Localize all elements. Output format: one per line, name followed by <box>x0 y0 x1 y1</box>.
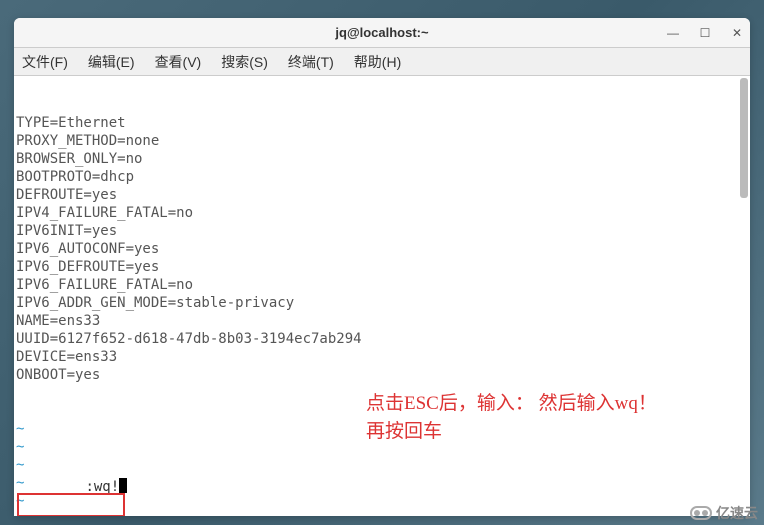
menu-edit[interactable]: 编辑(E) <box>84 50 139 74</box>
watermark-icon <box>690 506 712 520</box>
menu-view[interactable]: 查看(V) <box>151 50 206 74</box>
config-line: IPV6_FAILURE_FATAL=no <box>16 276 738 294</box>
maximize-button[interactable]: ☐ <box>696 24 714 42</box>
config-line: TYPE=Ethernet <box>16 114 738 132</box>
watermark: 亿速云 <box>690 503 758 523</box>
terminal-window: jq@localhost:~ — ☐ ✕ 文件(F) 编辑(E) 查看(V) 搜… <box>14 18 750 516</box>
vim-command-line[interactable]: :wq! <box>18 442 127 514</box>
menu-terminal[interactable]: 终端(T) <box>284 50 338 74</box>
menu-help[interactable]: 帮助(H) <box>350 50 405 74</box>
annotation-line2: 再按回车 <box>366 418 657 446</box>
config-line: IPV6_AUTOCONF=yes <box>16 240 738 258</box>
config-line: UUID=6127f652-d618-47db-8b03-3194ec7ab29… <box>16 330 738 348</box>
config-line: BOOTPROTO=dhcp <box>16 168 738 186</box>
terminal-content: TYPE=EthernetPROXY_METHOD=noneBROWSER_ON… <box>16 78 738 516</box>
titlebar: jq@localhost:~ — ☐ ✕ <box>14 18 750 48</box>
terminal-area[interactable]: TYPE=EthernetPROXY_METHOD=noneBROWSER_ON… <box>14 76 750 516</box>
menu-search[interactable]: 搜索(S) <box>217 50 272 74</box>
config-line: IPV6INIT=yes <box>16 222 738 240</box>
config-line: PROXY_METHOD=none <box>16 132 738 150</box>
config-line: IPV4_FAILURE_FATAL=no <box>16 204 738 222</box>
menubar: 文件(F) 编辑(E) 查看(V) 搜索(S) 终端(T) 帮助(H) <box>14 48 750 76</box>
config-line: BROWSER_ONLY=no <box>16 150 738 168</box>
cursor <box>119 478 127 493</box>
config-line: DEVICE=ens33 <box>16 348 738 366</box>
minimize-button[interactable]: — <box>664 24 682 42</box>
watermark-text: 亿速云 <box>716 503 758 523</box>
annotation-line1: 点击ESC后，输入： 然后输入wq！ <box>366 390 657 418</box>
close-button[interactable]: ✕ <box>728 24 746 42</box>
window-title: jq@localhost:~ <box>335 25 428 40</box>
config-line: NAME=ens33 <box>16 312 738 330</box>
command-highlight-box <box>17 493 125 516</box>
config-line: ONBOOT=yes <box>16 366 738 384</box>
scrollbar[interactable] <box>740 78 748 198</box>
vim-command-text: :wq! <box>85 479 119 495</box>
annotation-text: 点击ESC后，输入： 然后输入wq！ 再按回车 <box>366 390 657 446</box>
window-controls: — ☐ ✕ <box>664 18 746 48</box>
config-line: IPV6_DEFROUTE=yes <box>16 258 738 276</box>
config-line: DEFROUTE=yes <box>16 186 738 204</box>
menu-file[interactable]: 文件(F) <box>18 50 72 74</box>
config-line: IPV6_ADDR_GEN_MODE=stable-privacy <box>16 294 738 312</box>
